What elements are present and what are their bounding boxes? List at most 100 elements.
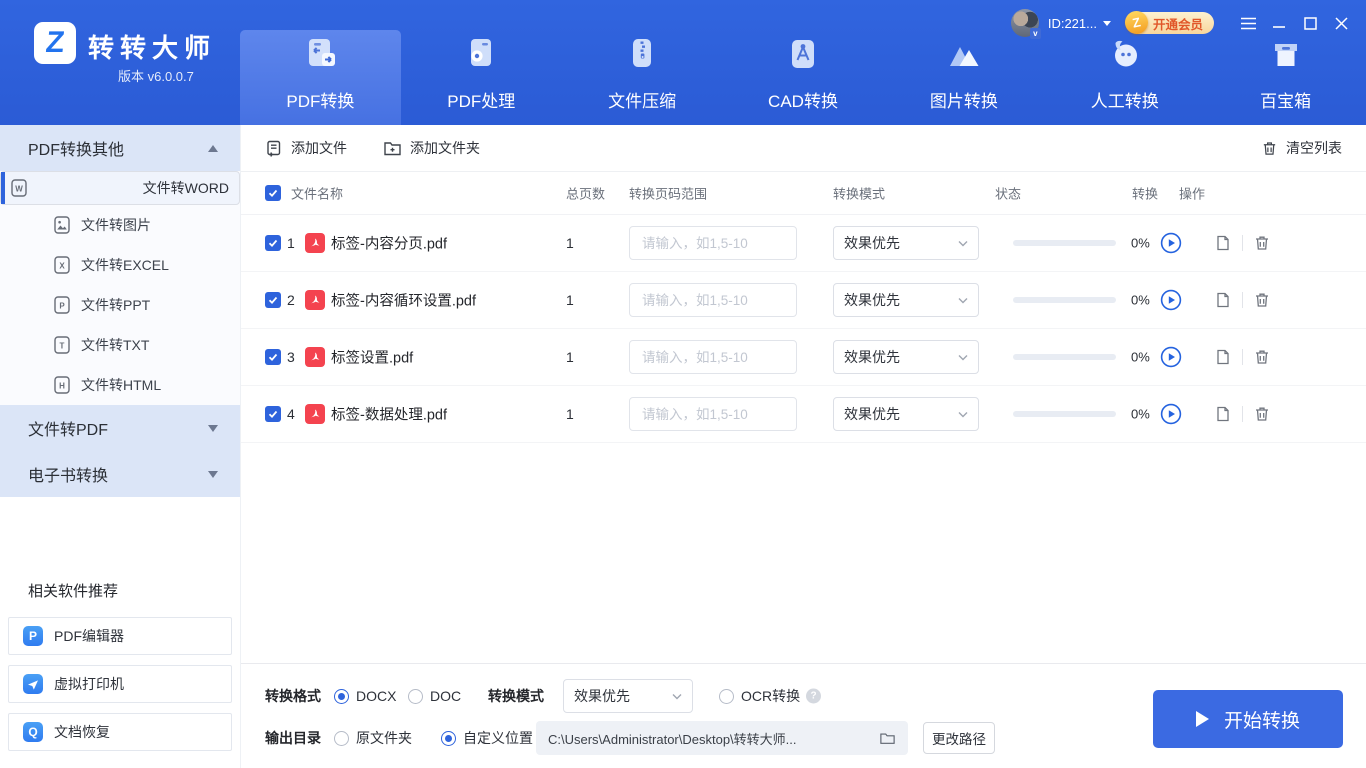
- sidebar-section-to-pdf[interactable]: 文件转PDF: [0, 405, 240, 451]
- play-button[interactable]: [1160, 289, 1182, 311]
- col-convert-mode: 转换模式: [833, 186, 886, 202]
- svg-text:X: X: [59, 262, 65, 271]
- delete-row-icon[interactable]: [1253, 291, 1271, 309]
- play-button[interactable]: [1160, 403, 1182, 425]
- output-path-field[interactable]: C:\Users\Administrator\Desktop\转转大师...: [536, 721, 908, 755]
- recommend-pdf-editor[interactable]: P PDF编辑器: [8, 617, 232, 655]
- row-checkbox[interactable]: [265, 235, 281, 251]
- mode-select[interactable]: 效果优先: [833, 226, 979, 260]
- radio-docx[interactable]: DOCX: [334, 688, 396, 704]
- sidebar-item-to-txt[interactable]: T 文件转TXT: [0, 325, 240, 365]
- clear-list-button[interactable]: 清空列表: [1261, 138, 1342, 158]
- recommend-section: 相关软件推荐 P PDF编辑器 虚拟打印机 Q 文档恢复: [0, 580, 240, 761]
- collapse-arrow-icon: [208, 144, 218, 152]
- delete-row-icon[interactable]: [1253, 348, 1271, 366]
- tab-pdf-convert[interactable]: PDF转换: [240, 0, 401, 125]
- open-file-icon[interactable]: [1214, 405, 1232, 423]
- sidebar-section-ebook[interactable]: 电子书转换: [0, 451, 240, 497]
- sidebar-item-to-word[interactable]: W 文件转WORD: [0, 171, 240, 205]
- select-all-checkbox[interactable]: [265, 185, 281, 201]
- sidebar-item-to-ppt[interactable]: P 文件转PPT: [0, 285, 240, 325]
- play-button[interactable]: [1160, 232, 1182, 254]
- open-membership-button[interactable]: Z 开通会员: [1122, 8, 1214, 37]
- member-badge-label: 开通会员: [1152, 17, 1203, 32]
- col-operations: 操作: [1179, 186, 1206, 202]
- open-file-icon[interactable]: [1214, 234, 1232, 252]
- row-index: 2: [287, 292, 295, 308]
- sidebar-item-to-html[interactable]: H 文件转HTML: [0, 365, 240, 405]
- progress-percent: 0%: [1131, 292, 1150, 308]
- progress-percent: 0%: [1131, 235, 1150, 251]
- page-count: 1: [566, 292, 574, 308]
- check-icon: [268, 239, 278, 248]
- user-dropdown-caret-icon[interactable]: [1102, 20, 1111, 26]
- recommend-label: 虚拟打印机: [54, 676, 124, 692]
- main-panel: 添加文件 添加文件夹 清空列表 文件名称 总页数 转换页码范围 转换模式 状态 …: [240, 125, 1366, 768]
- svg-text:W: W: [15, 185, 23, 194]
- sidebar-item-to-excel[interactable]: X 文件转EXCEL: [0, 245, 240, 285]
- page-range-input[interactable]: [629, 397, 797, 431]
- global-mode-select[interactable]: 效果优先: [563, 679, 693, 713]
- expand-arrow-icon: [208, 424, 218, 432]
- close-button[interactable]: [1330, 12, 1352, 34]
- app-header: Z 转转大师 版本 v6.0.0.7 PDF转换 PDF处理 文件压缩 CAD转…: [0, 0, 1366, 125]
- radio-source-folder[interactable]: 原文件夹: [334, 728, 412, 748]
- delete-row-icon[interactable]: [1253, 405, 1271, 423]
- mode-select[interactable]: 效果优先: [833, 397, 979, 431]
- table-row: 4 标签-数据处理.pdf 1 效果优先 0%: [241, 386, 1366, 443]
- radio-doc[interactable]: DOC: [408, 688, 461, 704]
- radio-icon: [719, 688, 734, 704]
- row-checkbox[interactable]: [265, 406, 281, 422]
- minimize-button[interactable]: [1268, 12, 1290, 34]
- start-convert-button[interactable]: 开始转换: [1153, 690, 1343, 748]
- radio-custom-location[interactable]: 自定义位置: [441, 728, 533, 748]
- section-label: 电子书转换: [28, 468, 109, 485]
- tab-label: PDF处理: [447, 92, 516, 111]
- radio-ocr[interactable]: OCR转换: [719, 686, 800, 706]
- recommend-doc-recovery[interactable]: Q 文档恢复: [8, 713, 232, 751]
- table-row: 2 标签-内容循环设置.pdf 1 效果优先 0%: [241, 272, 1366, 329]
- divider: [1242, 349, 1243, 365]
- col-total-pages: 总页数: [566, 186, 606, 202]
- recommend-label: 文档恢复: [54, 724, 110, 740]
- play-button[interactable]: [1160, 346, 1182, 368]
- page-range-input[interactable]: [629, 340, 797, 374]
- row-checkbox[interactable]: [265, 349, 281, 365]
- add-folder-button[interactable]: 添加文件夹: [383, 138, 480, 158]
- radio-label: 原文件夹: [356, 730, 412, 746]
- radio-icon: [334, 730, 349, 746]
- add-file-button[interactable]: 添加文件: [265, 138, 347, 158]
- ocr-help-icon[interactable]: ?: [806, 688, 821, 704]
- menu-icon[interactable]: [1237, 12, 1259, 34]
- change-path-button[interactable]: 更改路径: [923, 722, 995, 754]
- logo-z-icon: Z: [44, 26, 66, 59]
- tab-pdf-process[interactable]: PDF处理: [401, 0, 562, 125]
- mode-select[interactable]: 效果优先: [833, 283, 979, 317]
- excel-doc-icon: X: [54, 256, 70, 274]
- tab-cad-convert[interactable]: CAD转换: [723, 0, 884, 125]
- sidebar-item-to-image[interactable]: 文件转图片: [0, 205, 240, 245]
- page-range-input[interactable]: [629, 226, 797, 260]
- sidebar-items: W 文件转WORD 文件转图片 X 文件转EXCEL P 文件转PPT T 文件…: [0, 171, 240, 405]
- mode-label: 转换模式: [488, 688, 544, 704]
- chevron-down-icon: [672, 693, 682, 699]
- open-file-icon[interactable]: [1214, 348, 1232, 366]
- trash-icon: [1263, 141, 1276, 155]
- delete-row-icon[interactable]: [1253, 234, 1271, 252]
- page-range-input[interactable]: [629, 283, 797, 317]
- play-icon: [1195, 711, 1209, 727]
- user-avatar[interactable]: v: [1010, 9, 1041, 39]
- radio-icon: [441, 730, 456, 746]
- sidebar-section-pdf-other[interactable]: PDF转换其他: [0, 125, 240, 171]
- mode-select[interactable]: 效果优先: [833, 340, 979, 374]
- table-row: 3 标签设置.pdf 1 效果优先 0%: [241, 329, 1366, 386]
- tab-file-compress[interactable]: 文件压缩: [562, 0, 723, 125]
- row-checkbox[interactable]: [265, 292, 281, 308]
- recommend-virtual-printer[interactable]: 虚拟打印机: [8, 665, 232, 703]
- expand-arrow-icon: [208, 470, 218, 478]
- recommend-title: 相关软件推荐: [28, 583, 119, 600]
- maximize-button[interactable]: [1299, 12, 1321, 34]
- open-file-icon[interactable]: [1214, 291, 1232, 309]
- format-label: 转换格式: [265, 688, 321, 704]
- mode-value: 效果优先: [844, 349, 900, 365]
